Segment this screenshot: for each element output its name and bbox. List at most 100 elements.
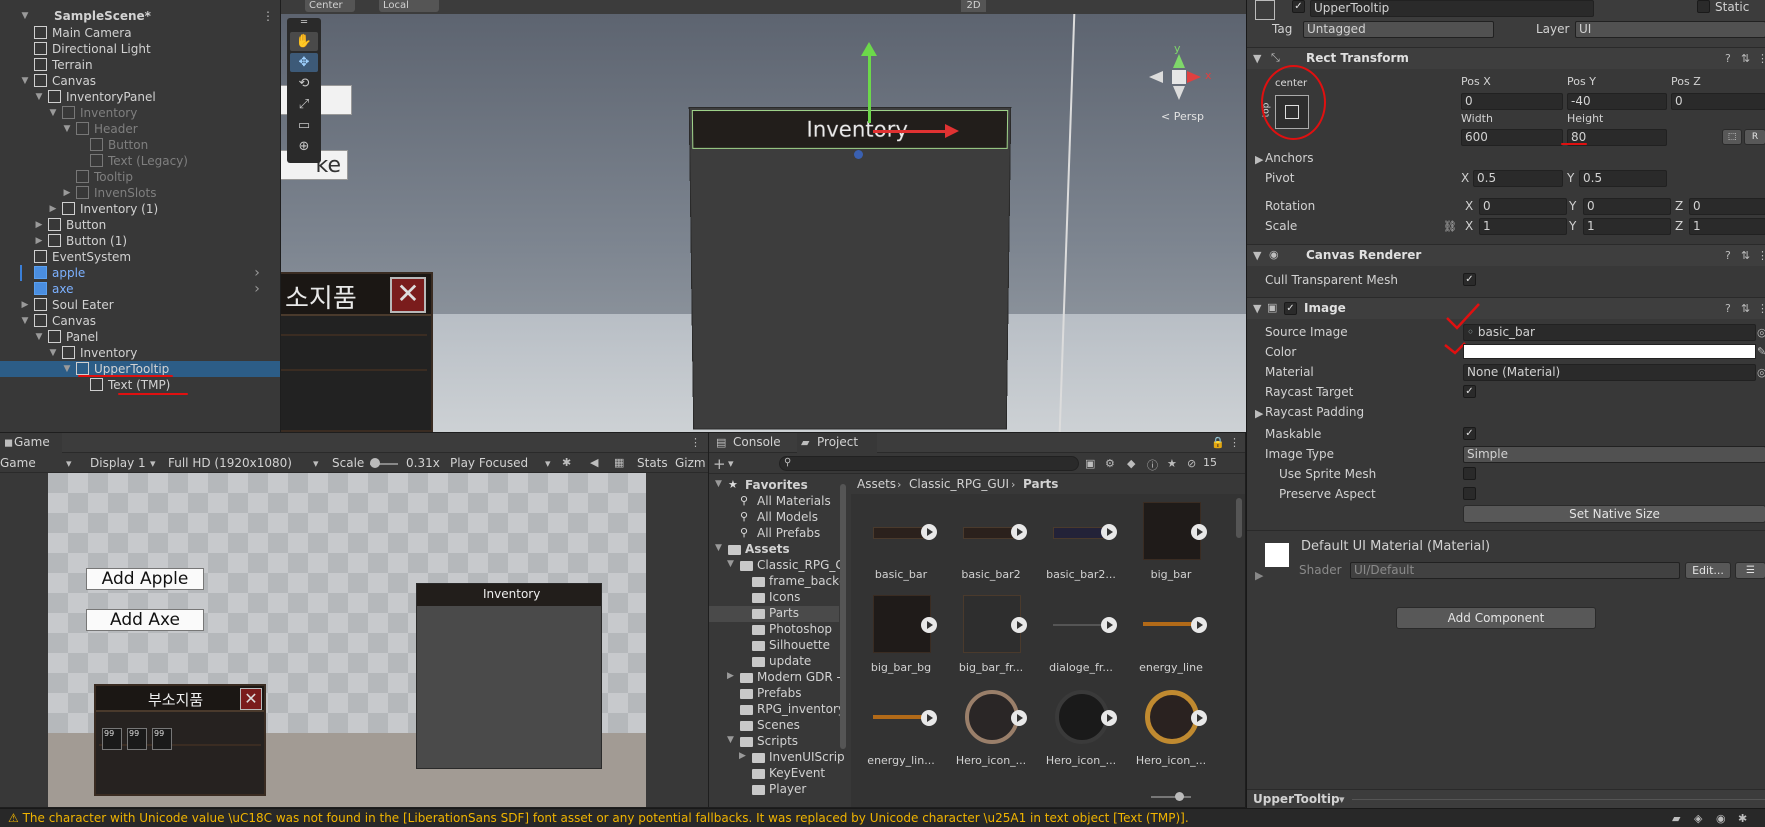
help-icon[interactable]: ? bbox=[1725, 52, 1731, 65]
play-preview-icon[interactable] bbox=[1191, 524, 1207, 540]
add-apple-button[interactable]: Add Apple bbox=[86, 568, 204, 590]
dropdown-arrow-icon[interactable]: ▾ bbox=[150, 457, 156, 470]
play-preview-icon[interactable] bbox=[1101, 617, 1117, 633]
gizmo-neg-y-cone-icon[interactable] bbox=[1173, 86, 1185, 100]
collapse-arrow-icon[interactable]: ▼ bbox=[48, 345, 58, 361]
expand-arrow-icon[interactable]: ▶ bbox=[1255, 407, 1263, 420]
debug-icon[interactable]: ✱ bbox=[1738, 812, 1747, 825]
edit-shader-button[interactable]: Edit... bbox=[1685, 562, 1731, 579]
progress-icon[interactable]: ▰ bbox=[1672, 812, 1680, 825]
hierarchy-item[interactable]: Tooltip bbox=[0, 169, 280, 185]
lock-icon[interactable]: 🔒 bbox=[1211, 436, 1225, 449]
keyboard-icon[interactable]: ▦ bbox=[614, 456, 624, 469]
blueprint-mode-icon[interactable]: ⬚ bbox=[1722, 129, 1742, 145]
scale-y-field[interactable]: 1 bbox=[1583, 218, 1671, 235]
gizmo-y-axis[interactable] bbox=[868, 48, 871, 123]
pivot-y-field[interactable]: 0.5 bbox=[1579, 170, 1667, 187]
project-tree-item[interactable]: Prefabs bbox=[709, 686, 839, 702]
project-tree-item[interactable]: ▼ Classic_RPG_G bbox=[709, 558, 845, 574]
gizmo-x-axis[interactable] bbox=[873, 130, 945, 133]
expand-arrow-icon[interactable]: ▶ bbox=[727, 671, 734, 681]
maskable-checkbox[interactable]: ✓ bbox=[1463, 427, 1476, 440]
dropdown-arrow-icon[interactable]: ▾ bbox=[66, 457, 72, 470]
anchor-preset-button[interactable]: center top bbox=[1261, 65, 1326, 140]
assets-scrollbar[interactable] bbox=[1236, 498, 1242, 538]
space-mode-dropdown[interactable]: Local bbox=[379, 0, 439, 12]
project-tree-item[interactable]: ▶ InvenUIScrip bbox=[709, 750, 845, 766]
expand-arrow-icon[interactable]: ▶ bbox=[20, 297, 30, 313]
hierarchy-item[interactable]: Text (TMP) bbox=[0, 377, 280, 393]
dropdown-arrow-icon[interactable]: ▾ bbox=[313, 457, 319, 470]
project-tree-item[interactable]: update bbox=[709, 654, 839, 670]
breadcrumb-parts[interactable]: Parts bbox=[1023, 477, 1058, 491]
help-icon[interactable]: ? bbox=[1725, 302, 1731, 315]
scene-view[interactable]: ke 소지품 ✕ Inventory y x < Persp bbox=[281, 14, 1246, 432]
collapse-arrow-icon[interactable]: ▼ bbox=[20, 313, 30, 329]
game-view-mode-dropdown[interactable]: Game bbox=[0, 456, 36, 470]
add-component-button[interactable]: Add Component bbox=[1396, 607, 1596, 629]
image-type-dropdown[interactable]: Simple bbox=[1463, 446, 1765, 463]
gizmo-x-cone-icon[interactable] bbox=[1187, 71, 1201, 83]
display-dropdown[interactable]: Display 1 bbox=[90, 456, 146, 470]
footer-object-name[interactable]: UpperTooltip bbox=[1253, 792, 1340, 806]
game-view[interactable]: Add Apple Add Axe 부소지품 ✕ 99 99 99 Inventor… bbox=[48, 473, 646, 807]
project-tree-item[interactable]: Silhouette bbox=[709, 638, 839, 654]
rotation-y-field[interactable]: 0 bbox=[1583, 198, 1671, 215]
settings-icon[interactable]: ⇅ bbox=[1741, 249, 1750, 262]
play-preview-icon[interactable] bbox=[1011, 617, 1027, 633]
project-tree-item[interactable]: Scenes bbox=[709, 718, 839, 734]
collapse-arrow-icon[interactable]: ▼ bbox=[48, 105, 58, 121]
scene-tooltip-panel[interactable]: Inventory bbox=[688, 106, 1012, 430]
source-image-field[interactable]: ◦ basic_bar bbox=[1463, 324, 1756, 341]
project-tree-item[interactable]: ▶ Modern GDR - bbox=[709, 670, 841, 686]
collapse-arrow-icon[interactable]: ▼ bbox=[1253, 302, 1261, 315]
pos-y-field[interactable]: -40 bbox=[1567, 93, 1667, 110]
hierarchy-scene-row[interactable]: ▼ SampleScene* ⋮ bbox=[0, 8, 280, 24]
settings-icon[interactable]: ⇅ bbox=[1741, 52, 1750, 65]
gizmo-y-arrow-icon[interactable] bbox=[861, 42, 877, 56]
icon-size-slider-thumb[interactable] bbox=[1175, 792, 1184, 801]
link-icon[interactable]: ⛓ bbox=[1443, 220, 1457, 233]
pos-x-field[interactable]: 0 bbox=[1461, 93, 1563, 110]
project-tree-item[interactable]: ▼ Assets bbox=[709, 542, 839, 558]
collapse-arrow-icon[interactable]: ▼ bbox=[34, 329, 44, 345]
collapse-arrow-icon[interactable]: ▼ bbox=[1253, 52, 1261, 65]
transform-tool-icon[interactable]: ⊕ bbox=[290, 137, 318, 156]
more-options-icon[interactable]: ⋮ bbox=[690, 436, 701, 449]
game-tab[interactable]: ◼ Game bbox=[0, 433, 62, 453]
hidden-packages-icon[interactable]: ⊘ bbox=[1187, 457, 1196, 470]
shader-options-icon[interactable]: ☰ bbox=[1735, 562, 1765, 579]
more-icon[interactable]: ⋮ bbox=[1757, 249, 1765, 262]
raycast-target-checkbox[interactable]: ✓ bbox=[1463, 385, 1476, 398]
anchors-label[interactable]: Anchors bbox=[1265, 151, 1314, 165]
play-preview-icon[interactable] bbox=[921, 617, 937, 633]
tag-icon[interactable]: ◆ bbox=[1127, 457, 1135, 470]
project-tree-item[interactable]: ⚲ All Models bbox=[709, 510, 839, 526]
gizmos-button[interactable]: Gizm bbox=[675, 456, 706, 470]
collapse-arrow-icon[interactable]: ▼ bbox=[727, 735, 734, 745]
expand-arrow-icon[interactable]: ▶ bbox=[739, 751, 746, 761]
cull-transparent-mesh-checkbox[interactable]: ✓ bbox=[1463, 273, 1476, 286]
project-search-input[interactable]: ⚲ bbox=[779, 456, 1079, 471]
2d-toggle[interactable]: 2D bbox=[961, 0, 986, 12]
expand-arrow-icon[interactable]: ▶ bbox=[1255, 569, 1263, 582]
scale-slider-thumb[interactable] bbox=[370, 458, 380, 468]
dropdown-arrow-icon[interactable]: ▾ bbox=[545, 457, 551, 470]
search-by-type-icon[interactable]: ▣ bbox=[1085, 457, 1095, 470]
play-preview-icon[interactable] bbox=[921, 524, 937, 540]
expand-arrow-icon[interactable]: ▶ bbox=[1255, 153, 1263, 166]
collapse-arrow-icon[interactable]: ▼ bbox=[1253, 249, 1261, 262]
persp-label[interactable]: < Persp bbox=[1161, 110, 1204, 123]
project-tree-item[interactable]: ▼ ★ Favorites bbox=[709, 478, 839, 494]
rotation-x-field[interactable]: 0 bbox=[1479, 198, 1567, 215]
hierarchy-item[interactable]: ▶ Button (1) bbox=[0, 233, 280, 249]
collapse-arrow-icon[interactable]: ▼ bbox=[727, 559, 734, 569]
hierarchy-item[interactable]: ▼ Header bbox=[0, 121, 280, 137]
search-by-label-icon[interactable]: ⚙ bbox=[1105, 457, 1115, 470]
layer-dropdown[interactable]: UI bbox=[1575, 21, 1765, 38]
scale-z-field[interactable]: 1 bbox=[1689, 218, 1765, 235]
collapse-arrow-icon[interactable]: ▼ bbox=[715, 479, 722, 489]
hierarchy-item[interactable]: Terrain bbox=[0, 57, 280, 73]
pivot-mode-dropdown[interactable]: Center bbox=[305, 0, 355, 12]
drag-handle-icon[interactable]: ═ bbox=[290, 18, 318, 28]
